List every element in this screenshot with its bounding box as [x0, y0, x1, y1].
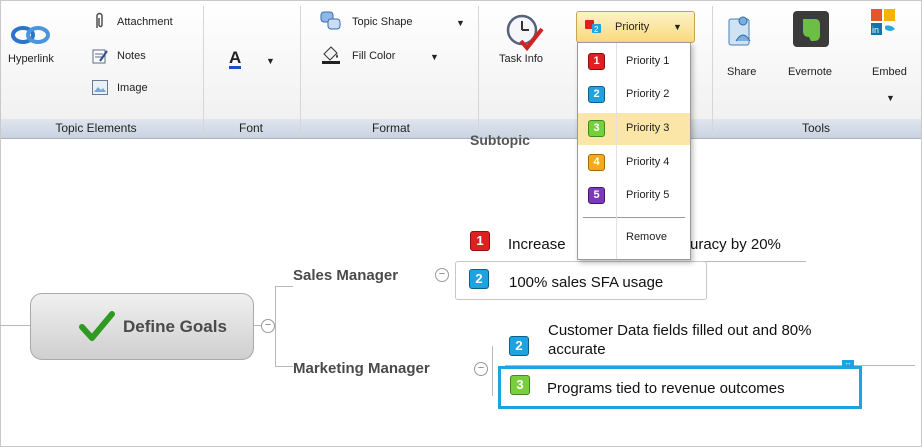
svg-text:2: 2 — [594, 25, 599, 34]
ribbon-divider — [478, 6, 479, 136]
priority-2-icon[interactable]: 2 — [509, 336, 529, 356]
embed-icon[interactable]: in — [869, 8, 909, 53]
fill-color-icon[interactable] — [320, 45, 342, 70]
topic-text[interactable]: accurate — [548, 341, 606, 358]
priority-icon: 2 — [585, 20, 603, 39]
chevron-down-icon: ▼ — [673, 22, 682, 32]
priority-dropdown-menu: 1 Priority 1 2 Priority 2 3 Priority 3 4… — [577, 42, 691, 260]
topic-text[interactable]: Programs tied to revenue outcomes — [547, 380, 785, 397]
resize-handle[interactable]: ↔ — [842, 360, 854, 367]
menu-item-label: Priority 1 — [626, 55, 670, 67]
svg-text:in: in — [872, 25, 879, 35]
connector-line — [275, 286, 293, 287]
topic-text[interactable]: 100% sales SFA usage — [509, 274, 663, 291]
share-icon[interactable] — [727, 13, 755, 52]
attachment-button[interactable]: Attachment — [117, 16, 173, 28]
fill-color-button[interactable]: Fill Color — [352, 50, 395, 62]
root-topic-label: Define Goals — [123, 317, 227, 336]
menu-item-label: Priority 4 — [626, 156, 670, 168]
topic-text[interactable]: Customer Data fields filled out and 80% — [548, 322, 811, 339]
group-label-topic-elements: Topic Elements — [55, 121, 137, 135]
task-info-button[interactable]: Task Info — [499, 53, 543, 65]
hyperlink-label[interactable]: Hyperlink — [8, 53, 54, 65]
hyperlink-button[interactable] — [11, 24, 51, 51]
connector-line — [492, 346, 493, 396]
priority-1-icon[interactable]: 1 — [470, 231, 490, 251]
priority-3-icon[interactable]: 3 — [510, 375, 530, 395]
priority-1-icon: 1 — [588, 53, 605, 70]
priority-button[interactable]: 2 Priority ▼ — [576, 11, 695, 43]
menu-divider — [583, 217, 685, 218]
topic-shape-icon[interactable] — [320, 11, 342, 36]
priority-2-icon[interactable]: 2 — [469, 269, 489, 289]
priority-3-icon: 3 — [588, 120, 605, 137]
evernote-button[interactable]: Evernote — [788, 66, 832, 78]
priority-5-icon: 5 — [588, 187, 605, 204]
root-topic[interactable]: Define Goals — [30, 293, 254, 360]
group-label-format: Format — [371, 121, 410, 135]
group-label-font: Font — [238, 121, 263, 135]
chevron-down-icon[interactable]: ▼ — [886, 93, 895, 103]
ribbon-divider — [300, 6, 301, 136]
connector-line — [275, 286, 276, 367]
priority-menu-item-4[interactable]: 4 Priority 4 — [578, 147, 690, 179]
attachment-icon[interactable] — [93, 12, 105, 35]
collapse-toggle[interactable]: − — [261, 319, 275, 333]
marketing-manager-topic[interactable]: Marketing Manager — [293, 360, 430, 377]
subtopic-label[interactable]: Subtopic — [470, 132, 530, 148]
notes-icon[interactable] — [92, 48, 108, 69]
font-color-icon[interactable]: A — [229, 49, 242, 69]
priority-2-icon: 2 — [588, 86, 605, 103]
hyperlink-icon — [11, 26, 50, 44]
priority-menu-remove[interactable]: Remove — [578, 223, 690, 255]
priority-menu-item-3[interactable]: 3 Priority 3 — [578, 113, 690, 145]
image-icon[interactable] — [92, 80, 108, 100]
menu-item-label: Remove — [626, 231, 667, 243]
share-button[interactable]: Share — [727, 66, 756, 78]
ribbon-group-bar: Topic Elements Font Format Tools — [1, 119, 921, 139]
priority-menu-item-2[interactable]: 2 Priority 2 — [578, 79, 690, 111]
evernote-icon[interactable] — [793, 11, 829, 52]
sales-manager-topic[interactable]: Sales Manager — [293, 267, 398, 284]
priority-menu-item-1[interactable]: 1 Priority 1 — [578, 46, 690, 78]
chevron-down-icon[interactable]: ▼ — [456, 18, 465, 28]
topic-text[interactable]: Increase — [508, 236, 566, 253]
collapse-toggle[interactable]: − — [435, 268, 449, 282]
task-info-icon[interactable] — [505, 13, 545, 56]
group-label-tools: Tools — [801, 121, 830, 135]
notes-button[interactable]: Notes — [117, 50, 146, 62]
priority-label: Priority — [615, 21, 650, 33]
image-button[interactable]: Image — [117, 82, 148, 94]
menu-item-label: Priority 2 — [626, 88, 670, 100]
menu-item-label: Priority 3 — [626, 122, 670, 134]
topic-shape-button[interactable]: Topic Shape — [352, 16, 413, 28]
checkmark-icon — [79, 311, 115, 341]
ribbon-divider — [712, 6, 713, 136]
chevron-down-icon[interactable]: ▼ — [266, 56, 275, 66]
collapse-toggle[interactable]: − — [474, 362, 488, 376]
connector-line — [0, 325, 30, 326]
connector-line — [275, 366, 293, 367]
chevron-down-icon[interactable]: ▼ — [430, 52, 439, 62]
ribbon-divider — [203, 6, 204, 136]
topic-text[interactable]: uracy by 20% — [690, 236, 781, 253]
priority-4-icon: 4 — [588, 154, 605, 171]
priority-menu-item-5[interactable]: 5 Priority 5 — [578, 180, 690, 212]
menu-item-label: Priority 5 — [626, 189, 670, 201]
embed-button[interactable]: Embed — [872, 66, 907, 78]
